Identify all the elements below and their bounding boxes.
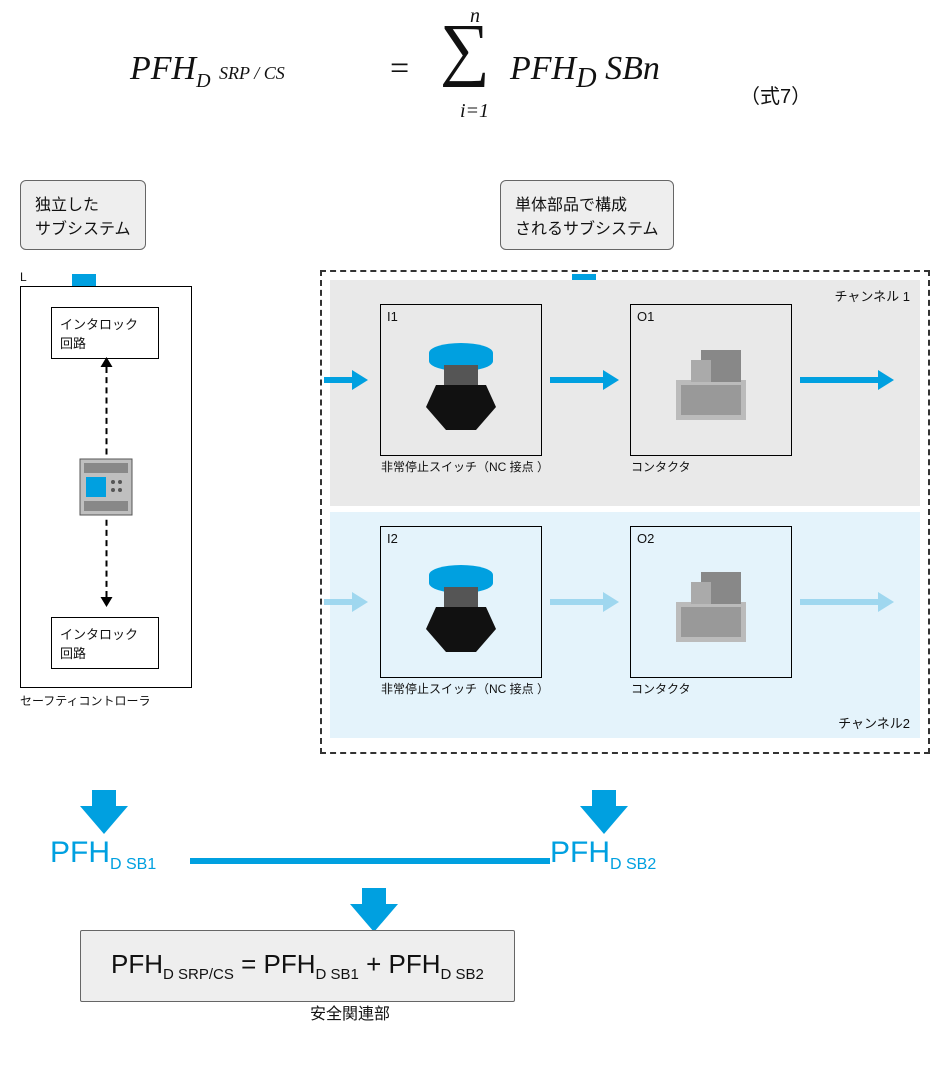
label-component-subsystem: 単体部品で構成 されるサブシステム bbox=[500, 180, 674, 250]
pfh-sb2-sub: D SB2 bbox=[610, 856, 656, 873]
i2-cell: I2 非常停止スイッチ（NC 接点 ） bbox=[380, 526, 542, 678]
label-independent-subsystem: 独立した サブシステム bbox=[20, 180, 146, 250]
pfh-sb1-base: PFH bbox=[50, 836, 110, 869]
eq7-lhs-sub1: D bbox=[196, 70, 210, 92]
eq7-equals: = bbox=[390, 50, 409, 88]
final-eq: = bbox=[241, 949, 263, 979]
o2-tag: O2 bbox=[637, 531, 654, 546]
final-r: PFH bbox=[389, 949, 441, 979]
final-m-sub: D SB1 bbox=[316, 966, 359, 983]
convert-label: 変換 bbox=[90, 764, 118, 784]
down-arrow-icon bbox=[580, 806, 628, 834]
down-arrow-icon bbox=[350, 904, 398, 932]
add-arrow: 加算 bbox=[350, 904, 398, 932]
component-subsystem-block: チャンネル 1 I1 非常停止スイッチ（NC 接点 ） O1 bbox=[320, 270, 930, 754]
channel-2: チャンネル2 I2 非常停止スイッチ（NC 接点 ） O2 bbox=[330, 512, 920, 738]
add-label: 加算 bbox=[360, 862, 388, 882]
channel-1: チャンネル 1 I1 非常停止スイッチ（NC 接点 ） O1 bbox=[330, 280, 920, 506]
final-l-sub: D SRP/CS bbox=[163, 966, 234, 983]
equation-7: PFHD SRP / CS = n ∑ i=1 PFHD SBn （式7） bbox=[20, 20, 930, 140]
safety-controller-block: L インタロック 回路 インタロック 回路 セーフティコントローラ bbox=[20, 270, 220, 709]
pfh-sb1-sub: D SB1 bbox=[110, 856, 156, 873]
i2-caption: 非常停止スイッチ（NC 接点 ） bbox=[381, 680, 549, 697]
convert-arrow-right: 変換 bbox=[580, 806, 628, 834]
interlock-circuit-box: インタロック 回路 bbox=[51, 617, 159, 669]
eq7-label: （式7） bbox=[740, 80, 811, 109]
channel-2-label: チャンネル2 bbox=[838, 713, 910, 732]
convert-label: 変換 bbox=[590, 764, 618, 784]
down-arrow-icon bbox=[80, 806, 128, 834]
i1-cell: I1 非常停止スイッチ（NC 接点 ） bbox=[380, 304, 542, 456]
i2-tag: I2 bbox=[387, 531, 398, 546]
pfh-sb2-base: PFH bbox=[550, 836, 610, 869]
pfh-sb1: PFHD SB1 bbox=[50, 836, 156, 874]
final-caption: 安全関連部 bbox=[310, 1000, 390, 1024]
sigma-icon: ∑ bbox=[440, 10, 490, 90]
interlock-circuit-box: インタロック 回路 bbox=[51, 307, 159, 359]
eq7-rhs-sub1: D bbox=[576, 63, 596, 94]
eq7-rhs-sub2: SBn bbox=[605, 50, 660, 87]
final-plus: + bbox=[366, 949, 388, 979]
o2-caption: コンタクタ bbox=[631, 680, 691, 697]
eq7-rhs-base: PFH bbox=[510, 50, 576, 87]
final-r-sub: D SB2 bbox=[441, 966, 484, 983]
pfh-sb2: PFHD SB2 bbox=[550, 836, 656, 874]
i1-caption: 非常停止スイッチ（NC 接点 ） bbox=[381, 458, 549, 475]
eq7-lhs-base: PFH bbox=[130, 50, 196, 87]
eq7-sigma-bottom: i=1 bbox=[460, 100, 489, 123]
eq7-lhs: PFHD SRP / CS bbox=[130, 50, 285, 93]
final-m: PFH bbox=[264, 949, 316, 979]
final-l: PFH bbox=[111, 949, 163, 979]
channel-1-label: チャンネル 1 bbox=[835, 286, 910, 305]
emergency-stop-icon bbox=[416, 335, 506, 440]
eq7-lhs-sub2: SRP / CS bbox=[219, 63, 285, 83]
safety-controller-icon bbox=[78, 457, 134, 522]
i1-tag: I1 bbox=[387, 309, 398, 324]
o1-tag: O1 bbox=[637, 309, 654, 324]
contactor-icon bbox=[666, 340, 756, 435]
emergency-stop-icon bbox=[416, 557, 506, 662]
corner-label-L: L bbox=[20, 270, 220, 284]
contactor-icon bbox=[666, 562, 756, 657]
o2-cell: O2 コンタクタ bbox=[630, 526, 792, 678]
safety-controller-caption: セーフティコントローラ bbox=[20, 692, 220, 709]
o1-cell: O1 コンタクタ bbox=[630, 304, 792, 456]
o1-caption: コンタクタ bbox=[631, 458, 691, 475]
convert-arrow-left: 変換 bbox=[80, 806, 128, 834]
eq7-rhs: PFHD SBn bbox=[510, 50, 660, 95]
